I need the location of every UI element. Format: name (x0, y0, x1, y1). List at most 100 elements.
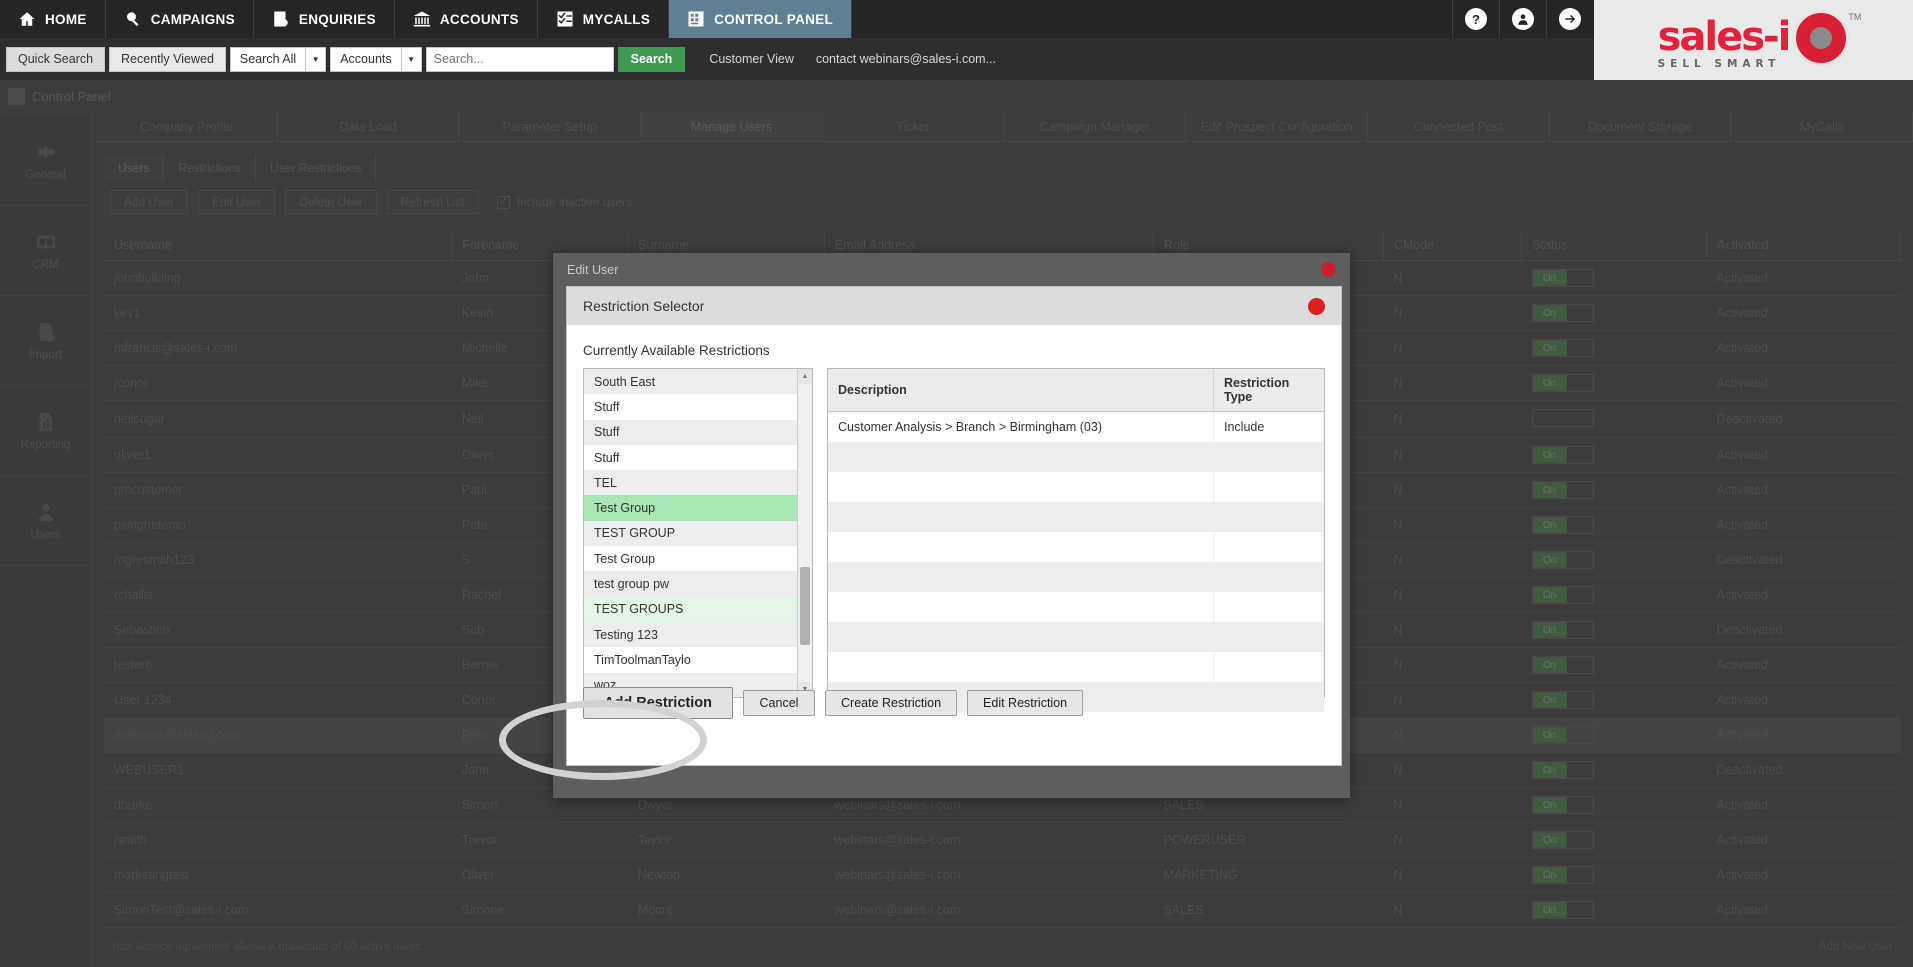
nav-item-accounts[interactable]: ACCOUNTS (395, 0, 538, 38)
close-red-dot-icon[interactable] (1321, 262, 1336, 277)
users-col-username[interactable]: Username (104, 230, 453, 261)
nav-item-mycalls[interactable]: MYCALLS (538, 0, 670, 38)
users-col-cmode[interactable]: CMode (1383, 230, 1523, 261)
status-toggle[interactable]: On (1532, 587, 1567, 603)
delete-user-button[interactable]: Delete User (285, 190, 377, 214)
table-row[interactable] (828, 621, 1324, 652)
users-cell-status[interactable]: On (1521, 612, 1707, 648)
available-restrictions-listbox[interactable]: South East Stuff Stuff Stuff TEL Test Group TE… (583, 368, 813, 698)
status-toggle[interactable]: On (1532, 482, 1567, 498)
users-cell-status[interactable]: On (1521, 682, 1707, 718)
users-cell-status[interactable]: On (1521, 260, 1707, 296)
users-cell-status[interactable]: On (1521, 437, 1707, 473)
users-cell-status[interactable]: On (1521, 577, 1707, 613)
table-row[interactable] (828, 531, 1324, 562)
page-tab-campaign-manager[interactable]: Campaign Manager (1005, 112, 1187, 141)
list-item[interactable]: Test Group (584, 495, 797, 521)
page-tab-edit-prospect-configuration[interactable]: Edit Prospect Configuration (1186, 112, 1368, 141)
users-cell-status[interactable]: On (1521, 507, 1707, 543)
list-item[interactable]: TEST GROUPS (584, 596, 797, 622)
users-cell-status[interactable]: On (1521, 472, 1707, 508)
search-entity-dropdown[interactable]: Accounts ▼ (330, 46, 422, 72)
search-scope-dropdown[interactable]: Search All ▼ (229, 46, 327, 72)
table-row[interactable] (828, 441, 1324, 472)
sub-tab-restrictions[interactable]: Restrictions (164, 155, 257, 181)
list-item[interactable]: TEL (584, 470, 797, 496)
users-cell-status[interactable]: On (1521, 330, 1707, 366)
sidebar-item-users[interactable]: Users (0, 476, 91, 566)
status-toggle[interactable]: On (1532, 727, 1567, 743)
users-col-activated[interactable]: Activated (1706, 230, 1902, 261)
status-toggle[interactable]: On (1532, 692, 1567, 708)
page-tab-connected-post[interactable]: Connected Post (1368, 112, 1550, 141)
page-tab-company-profile[interactable]: Company Profile (96, 112, 278, 141)
table-row[interactable]: SimonTest@sales-i.com Simone Moore webinars… (104, 892, 1901, 928)
users-cell-status[interactable] (1521, 400, 1707, 438)
list-item[interactable]: South East (584, 369, 797, 395)
status-toggle[interactable]: On (1532, 270, 1567, 286)
status-toggle[interactable]: On (1532, 447, 1567, 463)
page-tab-manage-users[interactable]: Manage Users (641, 112, 823, 141)
nav-item-home[interactable]: HOME (0, 0, 106, 38)
table-row[interactable]: jsmith Trevor Taylor webinars@sales-i.com PO… (104, 822, 1901, 858)
list-item[interactable]: Stuff (584, 419, 797, 445)
status-toggle[interactable]: On (1532, 832, 1567, 848)
status-toggle[interactable]: On (1532, 375, 1567, 391)
table-row[interactable] (828, 471, 1324, 502)
quick-search-button[interactable]: Quick Search (6, 46, 106, 72)
add-restriction-button[interactable]: Add Restriction (583, 687, 733, 719)
sub-tab-users[interactable]: Users (104, 155, 165, 181)
nav-item-enquiries[interactable]: ENQUIRIES (254, 0, 395, 38)
create-restriction-button[interactable]: Create Restriction (825, 690, 958, 716)
users-cell-status[interactable]: On (1521, 822, 1707, 858)
grid-col-restriction-type[interactable]: Restriction Type (1213, 369, 1324, 412)
status-toggle[interactable]: On (1532, 797, 1567, 813)
edit-user-button[interactable]: Edit User (198, 190, 276, 214)
table-row[interactable] (828, 501, 1324, 532)
include-inactive-users-checkbox[interactable]: Include inactive users (496, 194, 632, 209)
status-toggle[interactable]: On (1532, 340, 1567, 356)
table-row[interactable]: Customer Analysis > Branch > Birmingham … (828, 411, 1324, 442)
users-cell-status[interactable]: On (1521, 787, 1707, 823)
users-col-status[interactable]: Status (1521, 230, 1707, 261)
scrollbar-thumb[interactable] (800, 567, 810, 645)
cancel-button[interactable]: Cancel (743, 690, 815, 716)
page-tab-parameter-setup[interactable]: Parameter Setup (459, 112, 642, 141)
users-cell-status[interactable]: On (1521, 857, 1707, 893)
profile-button[interactable] (1499, 0, 1546, 38)
status-toggle[interactable]: On (1532, 622, 1567, 638)
users-cell-status[interactable]: On (1521, 542, 1707, 578)
table-row[interactable]: marketingtest Oliver Newton webinars@sales-… (104, 857, 1901, 893)
users-cell-status[interactable]: On (1521, 295, 1707, 331)
recently-viewed-button[interactable]: Recently Viewed (109, 46, 226, 72)
nav-item-control-panel[interactable]: CONTROL PANEL (669, 0, 853, 38)
users-cell-status[interactable]: On (1521, 892, 1707, 928)
table-row[interactable] (828, 591, 1324, 622)
add-new-user-link[interactable]: Add New User (1819, 941, 1893, 953)
logout-button[interactable] (1546, 0, 1593, 38)
listbox-scrollbar[interactable]: ▲ ▼ (797, 369, 812, 697)
status-toggle[interactable]: On (1532, 305, 1567, 321)
page-tab-document-storage[interactable]: Document Storage (1550, 112, 1732, 141)
status-toggle[interactable]: On (1532, 902, 1567, 918)
list-item[interactable]: TimToolmanTaylo (584, 647, 797, 673)
page-tab-ticker[interactable]: Ticker (823, 112, 1005, 141)
status-toggle[interactable]: On (1532, 762, 1567, 778)
status-toggle[interactable]: On (1532, 657, 1567, 673)
add-user-button[interactable]: Add User (110, 190, 189, 214)
list-item[interactable]: Testing 123 (584, 621, 797, 648)
status-toggle[interactable]: On (1532, 867, 1567, 883)
list-item[interactable]: Stuff (584, 444, 797, 471)
refresh-list-button[interactable]: Refresh List (386, 190, 479, 214)
users-cell-status[interactable]: On (1521, 365, 1707, 401)
edit-restriction-button[interactable]: Edit Restriction (967, 690, 1084, 716)
table-row[interactable] (828, 651, 1324, 682)
table-row[interactable] (828, 561, 1324, 592)
search-button[interactable]: Search (617, 46, 686, 72)
page-tab-mycalls[interactable]: MyCalls (1731, 112, 1913, 141)
sidebar-item-general[interactable]: General (0, 116, 91, 206)
page-tab-data-load[interactable]: Data Load (278, 112, 460, 141)
sidebar-item-crm[interactable]: CRM (0, 206, 91, 296)
help-button[interactable]: ? (1452, 0, 1499, 38)
list-item[interactable]: test group pw (584, 571, 797, 597)
